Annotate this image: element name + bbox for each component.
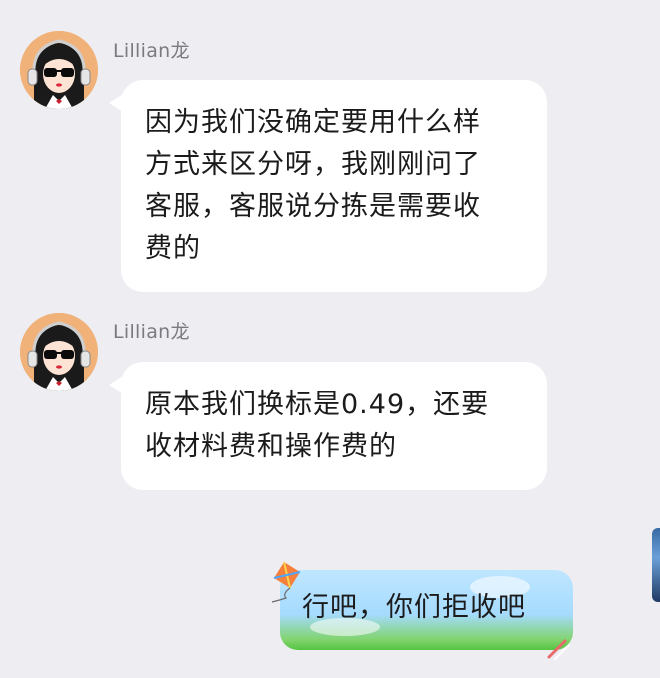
message-line: 方式来区分呀，我刚刚问了 bbox=[145, 149, 481, 180]
sender-name: Lillian龙 bbox=[113, 40, 190, 62]
message-bubble-outgoing[interactable]: 行吧，你们拒收吧 bbox=[280, 570, 573, 650]
avatar-girl-icon bbox=[20, 31, 98, 109]
message-line: 原本我们换标是0.49，还要 bbox=[145, 389, 490, 420]
avatar-self-partial[interactable] bbox=[652, 528, 660, 602]
message-line: 费的 bbox=[145, 233, 201, 264]
message-bubble[interactable]: 因为我们没确定要用什么样 方式来区分呀，我刚刚问了 客服，客服说分拣是需要收 费… bbox=[109, 80, 547, 292]
sender-name: Lillian龙 bbox=[113, 321, 190, 343]
kite-icon bbox=[271, 561, 301, 603]
outgoing-message-text: 行吧，你们拒收吧 bbox=[302, 592, 526, 623]
avatar[interactable] bbox=[20, 313, 98, 391]
message-line: 客服，客服说分拣是需要收 bbox=[145, 191, 481, 222]
avatar[interactable] bbox=[20, 31, 98, 109]
message-line: 收材料费和操作费的 bbox=[145, 431, 397, 462]
avatar-girl-icon bbox=[20, 313, 98, 391]
message-bubble[interactable]: 原本我们换标是0.49，还要 收材料费和操作费的 bbox=[109, 362, 547, 490]
message-line: 因为我们没确定要用什么样 bbox=[145, 107, 481, 138]
ribbon-decoration-icon bbox=[547, 639, 570, 660]
